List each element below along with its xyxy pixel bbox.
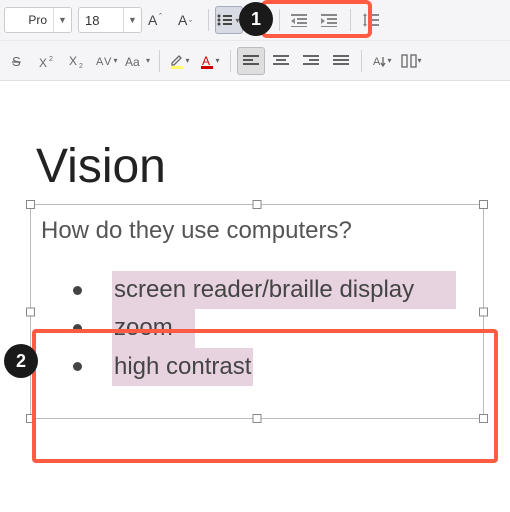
- list-item-text[interactable]: screen reader/braille display: [112, 271, 416, 309]
- subscript-icon[interactable]: X2: [64, 47, 92, 75]
- list-item[interactable]: high contrast: [31, 348, 483, 386]
- list-item-text[interactable]: high contrast: [112, 348, 253, 386]
- resize-handle[interactable]: [479, 307, 488, 316]
- list-item-text[interactable]: zoom: [112, 309, 175, 347]
- chevron-down-icon[interactable]: ▾: [186, 56, 190, 65]
- separator: [230, 50, 231, 72]
- text-box-frame[interactable]: How do they use computers? screen reader…: [30, 204, 484, 419]
- toolbar-row-2: S X2 X2 AV ▾ Aa ▾ ▾ A: [0, 40, 510, 80]
- bullet-icon: [73, 324, 82, 333]
- chevron-down-icon[interactable]: ▾: [146, 56, 150, 65]
- svg-text:S: S: [12, 54, 21, 69]
- callout-marker-1: 1: [239, 2, 273, 36]
- text-direction-icon[interactable]: A ▾: [368, 47, 396, 75]
- svg-text:A: A: [178, 12, 188, 28]
- increase-font-icon[interactable]: Aˆ: [144, 6, 172, 34]
- resize-handle[interactable]: [253, 414, 262, 423]
- resize-handle[interactable]: [26, 200, 35, 209]
- chevron-down-icon[interactable]: ▾: [113, 56, 117, 65]
- font-name-input[interactable]: [5, 13, 53, 27]
- chevron-down-icon[interactable]: ▾: [388, 56, 392, 65]
- font-size-dropdown[interactable]: ▼: [78, 7, 142, 33]
- bullet-icon: [73, 286, 82, 295]
- document-canvas[interactable]: Vision How do they use computers? screen…: [0, 103, 510, 443]
- align-right-icon[interactable]: [297, 47, 325, 75]
- svg-text:A: A: [373, 56, 381, 68]
- font-size-input[interactable]: [79, 13, 123, 28]
- resize-handle[interactable]: [26, 307, 35, 316]
- page-title[interactable]: Vision: [36, 139, 486, 194]
- svg-text:2: 2: [49, 56, 53, 63]
- list-item[interactable]: screen reader/braille display: [31, 271, 483, 309]
- separator: [208, 9, 209, 31]
- decrease-indent-icon[interactable]: [286, 6, 314, 34]
- chevron-down-icon[interactable]: ▾: [418, 56, 422, 65]
- resize-handle[interactable]: [479, 414, 488, 423]
- resize-handle[interactable]: [479, 200, 488, 209]
- char-spacing-icon[interactable]: AV ▾: [94, 47, 122, 75]
- separator: [361, 50, 362, 72]
- superscript-icon[interactable]: X2: [34, 47, 62, 75]
- align-center-icon[interactable]: [267, 47, 295, 75]
- strikethrough-icon[interactable]: S: [4, 47, 32, 75]
- svg-text:2: 2: [79, 63, 83, 68]
- highlight-color-icon[interactable]: ▾: [166, 47, 194, 75]
- svg-text:X: X: [39, 56, 47, 68]
- svg-text:A: A: [148, 12, 158, 28]
- svg-text:X: X: [69, 54, 77, 68]
- font-color-icon[interactable]: A ▾: [196, 47, 224, 75]
- decrease-font-icon[interactable]: Aˇ: [174, 6, 202, 34]
- columns-icon[interactable]: ▾: [398, 47, 426, 75]
- chevron-down-icon[interactable]: ▼: [123, 7, 141, 33]
- callout-marker-2: 2: [4, 344, 38, 378]
- svg-text:A: A: [96, 56, 104, 68]
- subtitle-text[interactable]: How do they use computers?: [31, 217, 483, 245]
- change-case-icon[interactable]: Aa ▾: [124, 47, 153, 75]
- chevron-down-icon[interactable]: ▼: [53, 7, 71, 33]
- svg-text:A: A: [202, 54, 210, 68]
- list-item[interactable]: zoom: [31, 309, 483, 347]
- separator: [159, 50, 160, 72]
- line-spacing-icon[interactable]: [357, 6, 385, 34]
- separator: [350, 9, 351, 31]
- bullet-icon: [73, 362, 82, 371]
- svg-text:V: V: [104, 56, 112, 68]
- font-name-dropdown[interactable]: ▼: [4, 7, 72, 33]
- resize-handle[interactable]: [253, 200, 262, 209]
- align-left-icon[interactable]: [237, 47, 265, 75]
- chevron-down-icon[interactable]: ▾: [216, 56, 220, 65]
- svg-text:ˆ: ˆ: [159, 12, 162, 22]
- separator: [279, 9, 280, 31]
- increase-indent-icon[interactable]: [316, 6, 344, 34]
- svg-text:Aa: Aa: [125, 55, 140, 68]
- svg-text:ˇ: ˇ: [189, 19, 192, 29]
- align-justify-icon[interactable]: [327, 47, 355, 75]
- resize-handle[interactable]: [26, 414, 35, 423]
